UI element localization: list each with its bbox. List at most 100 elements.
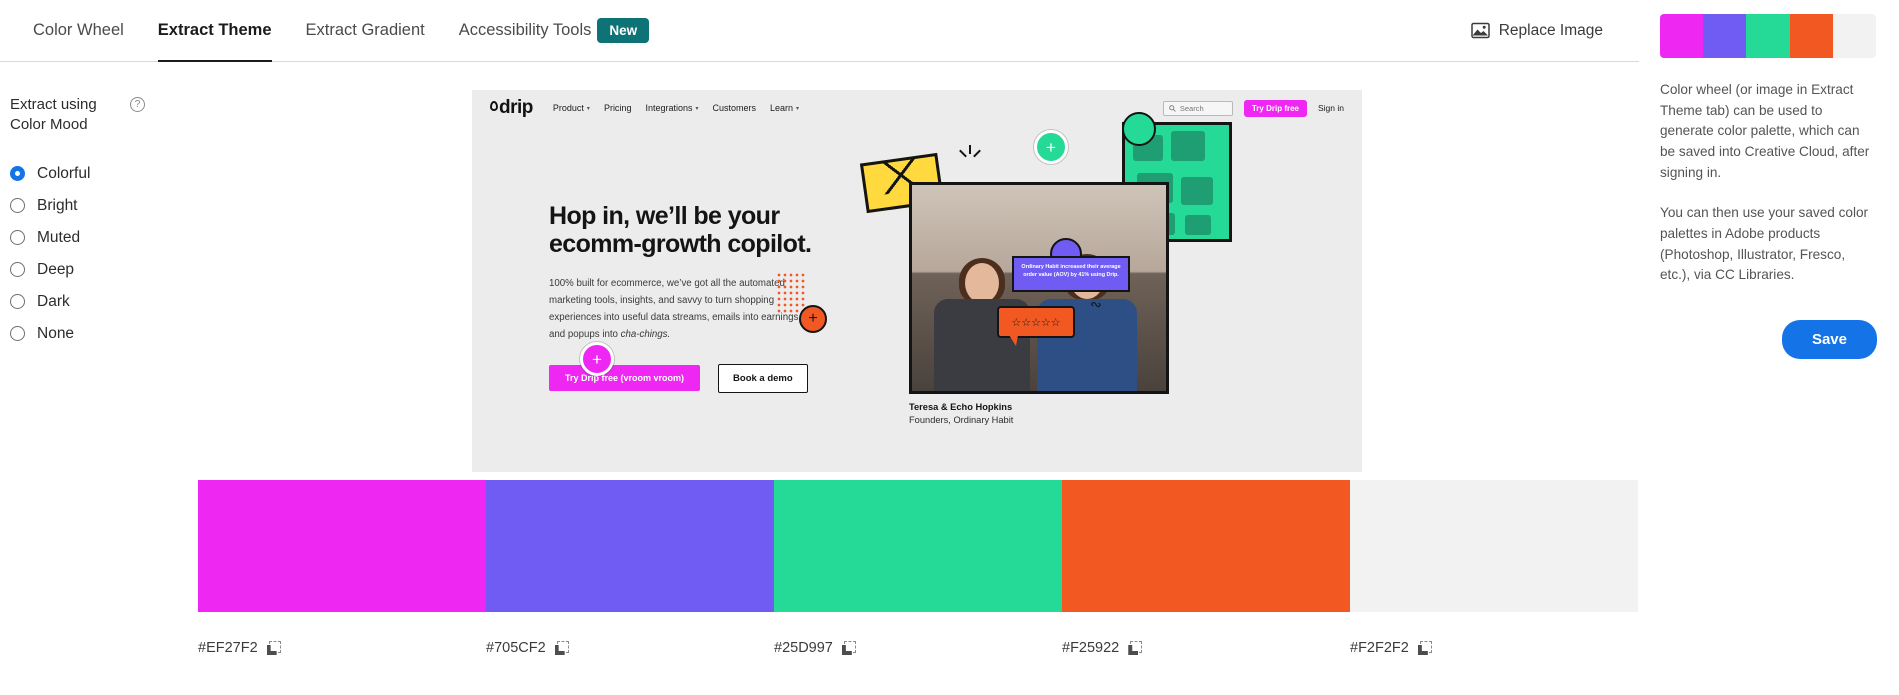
save-button-row: Save — [1660, 286, 1877, 359]
preview-star-rating: ☆☆☆☆☆ — [997, 306, 1075, 346]
nav-link-product: Product ▾ — [553, 103, 590, 113]
hex-value: #705CF2 — [486, 640, 546, 656]
nav-link-label: Product — [552, 103, 584, 113]
palette-swatch-4[interactable] — [1062, 480, 1350, 612]
app-root: Color Wheel Extract Theme Extract Gradie… — [0, 0, 1899, 695]
nav-link-label: Customers — [712, 103, 757, 113]
preview-signin-link: Sign in — [1318, 103, 1344, 113]
caption-role: Founders, Ordinary Habit — [909, 415, 1014, 425]
hex-value: #F2F2F2 — [1350, 640, 1409, 656]
palette-swatch-2[interactable] — [486, 480, 774, 612]
nav-link-customers: Customers — [713, 103, 757, 113]
preview-search-placeholder: Search — [1179, 103, 1204, 113]
copy-icon[interactable] — [1128, 641, 1143, 655]
palette-swatch-5[interactable] — [1350, 480, 1638, 612]
nav-link-label: Pricing — [603, 103, 632, 113]
palette-swatch-3[interactable] — [774, 480, 1062, 612]
tab-extract-gradient[interactable]: Extract Gradient — [289, 0, 442, 62]
preview-hero-body-text: 100% built for ecommerce, we’ve got all … — [549, 278, 802, 340]
preview-try-free-button: Try Drip free — [1243, 99, 1307, 117]
radio-option-deep[interactable]: Deep — [10, 254, 210, 286]
radio-label: Bright — [37, 196, 78, 214]
copy-icon[interactable] — [842, 641, 856, 655]
color-mood-label: Extract using Color Mood — [10, 96, 97, 134]
tab-label: Color Wheel — [33, 21, 124, 39]
radio-option-dark[interactable]: Dark — [10, 286, 210, 318]
radio-indicator — [10, 326, 25, 342]
drip-logo: drip — [490, 97, 533, 119]
caption-name: Teresa & Echo Hopkins — [909, 402, 1013, 412]
preview-secondary-cta: Book a demo — [718, 363, 808, 393]
radio-label: Dark — [37, 292, 70, 310]
sparkle-decoration — [959, 145, 982, 167]
preview-nav-right: Search Try Drip free Sign in — [1162, 99, 1344, 117]
mini-swatch-3 — [1746, 14, 1790, 58]
nav-link-label: Integrations — [645, 103, 693, 113]
preview-hero-heading: Hop in, we’ll be your ecomm-growth copil… — [549, 202, 812, 258]
radio-option-muted[interactable]: Muted — [10, 222, 210, 254]
hex-value: #EF27F2 — [198, 640, 258, 656]
palette-hex-labels: #EF27F2 #705CF2 #25D997 #F25922 #F2F2F2 — [198, 640, 1638, 656]
replace-image-button[interactable]: Replace Image — [1470, 22, 1603, 40]
tab-label: Extract Theme — [157, 21, 272, 39]
color-picker-puck-magenta[interactable]: + — [580, 342, 614, 376]
tab-list: Color Wheel Extract Theme Extract Gradie… — [0, 0, 666, 62]
radio-indicator — [10, 166, 25, 182]
preview-nav-links: Product ▾ Pricing Integrations ▾ Custome… — [553, 103, 799, 113]
tab-accessibility-tools[interactable]: Accessibility Tools New — [442, 0, 666, 62]
radio-option-none[interactable]: None — [10, 318, 210, 350]
palette-hex-row-1: #EF27F2 — [198, 640, 486, 656]
right-info-panel: Color wheel (or image in Extract Theme t… — [1638, 0, 1899, 695]
drip-logo-text: drip — [499, 97, 533, 118]
nav-link-pricing: Pricing — [604, 103, 632, 113]
hex-value: #F25922 — [1062, 640, 1120, 656]
preview-hero-body-emphasis: cha-chings. — [620, 328, 671, 340]
info-paragraph-1: Color wheel (or image in Extract Theme t… — [1660, 82, 1870, 180]
left-control-panel: Extract using Color Mood ? Colorful Brig… — [10, 95, 210, 350]
chevron-down-icon: ▾ — [695, 105, 699, 112]
color-picker-puck-green[interactable]: + — [1034, 130, 1068, 164]
copy-icon[interactable] — [1418, 641, 1432, 655]
tab-color-wheel[interactable]: Color Wheel — [16, 0, 141, 62]
radio-indicator — [10, 198, 25, 214]
preview-photo-caption: Teresa & Echo Hopkins Founders, Ordinary… — [909, 402, 1169, 425]
radio-option-bright[interactable]: Bright — [10, 190, 210, 222]
color-mood-radio-group: Colorful Bright Muted Deep Dark None — [10, 158, 210, 350]
palette-swatch-1[interactable] — [198, 480, 486, 612]
color-mood-header: Extract using Color Mood ? — [10, 95, 210, 136]
preview-search-input: Search — [1162, 100, 1233, 116]
orange-circle-decoration: + — [799, 305, 827, 333]
image-icon — [1470, 22, 1490, 39]
palette-hex-row-3: #25D997 — [774, 640, 1062, 656]
help-icon[interactable]: ? — [130, 97, 145, 112]
radio-label: Muted — [37, 228, 81, 246]
mini-swatch-1 — [1660, 14, 1704, 58]
mini-swatch-4 — [1789, 14, 1833, 58]
radio-label: Colorful — [37, 164, 91, 182]
drip-dot-icon — [490, 101, 498, 111]
nav-link-integrations: Integrations ▾ — [645, 103, 698, 113]
radio-indicator — [10, 230, 25, 246]
copy-icon[interactable] — [267, 641, 281, 655]
palette-hex-row-2: #705CF2 — [486, 640, 774, 656]
save-button[interactable]: Save — [1781, 319, 1877, 359]
palette-hex-row-4: #F25922 — [1062, 640, 1350, 656]
hex-value: #25D997 — [774, 640, 833, 656]
tab-label: Extract Gradient — [305, 21, 425, 39]
radio-indicator — [10, 262, 25, 278]
radio-label: None — [37, 324, 75, 342]
mini-swatch-2 — [1703, 14, 1747, 58]
tab-extract-theme[interactable]: Extract Theme — [141, 0, 289, 62]
green-circle-decoration — [1122, 112, 1156, 146]
chevron-down-icon: ▾ — [796, 105, 800, 112]
preview-stat-tooltip: Ordinary Habit increased their average o… — [1012, 256, 1130, 292]
image-preview-canvas[interactable]: drip Product ▾ Pricing Integrations ▾ Cu… — [472, 90, 1362, 472]
nav-link-label: Learn — [770, 103, 794, 113]
copy-icon[interactable] — [555, 641, 569, 655]
head-shape — [965, 263, 999, 303]
preview-primary-cta: Try Drip free (vroom vroom) — [549, 365, 701, 392]
new-badge[interactable]: New — [597, 17, 650, 44]
radio-option-colorful[interactable]: Colorful — [10, 158, 210, 190]
top-tab-bar: Color Wheel Extract Theme Extract Gradie… — [0, 0, 1639, 62]
preview-site-nav: drip Product ▾ Pricing Integrations ▾ Cu… — [472, 90, 1362, 126]
